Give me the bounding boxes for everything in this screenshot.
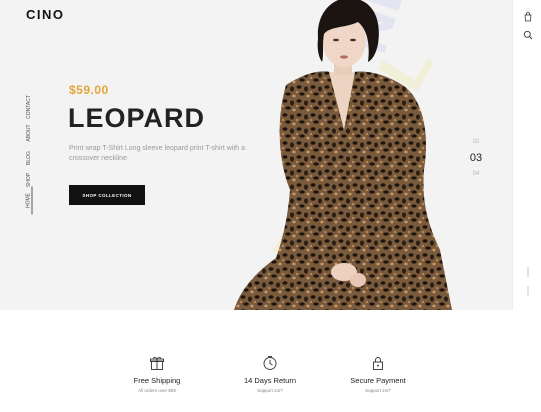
hero-section: NEW ARRIVAL CINO CONTACT ABOUT BLOG SHOP…: [0, 0, 512, 310]
feature-subtitle: Support 24/7: [365, 388, 391, 393]
product-title: LEOPARD: [68, 103, 206, 133]
feature-subtitle: All orders over $59: [138, 388, 176, 393]
slide-number-active[interactable]: 03: [466, 150, 486, 166]
slide-dot[interactable]: ·: [466, 182, 486, 198]
search-icon[interactable]: [523, 30, 533, 40]
clock-icon: [263, 356, 277, 370]
feature-free-shipping: Free Shipping All orders over $59: [97, 355, 217, 393]
nav-home[interactable]: HOME: [25, 186, 33, 215]
nav-about[interactable]: ABOUT: [26, 119, 32, 147]
product-description: Print wrap T-Shirt Long sleeve leopard p…: [69, 145, 245, 162]
feature-title: Secure Payment: [350, 376, 406, 385]
feature-returns: 14 Days Return Support 24/7: [210, 355, 330, 393]
cart-icon[interactable]: [523, 12, 533, 22]
instagram-icon[interactable]: [526, 285, 530, 297]
lock-icon: [373, 357, 383, 370]
facebook-icon[interactable]: [526, 266, 530, 278]
product-price: $59.00: [69, 83, 109, 97]
slide-pagination: 02 03 04 ·: [466, 134, 486, 198]
feature-secure-payment: Secure Payment Support 24/7: [318, 355, 438, 393]
feature-title: 14 Days Return: [243, 376, 297, 385]
shop-collection-button[interactable]: SHOP COLLECTION: [69, 185, 145, 205]
feature-subtitle: Support 24/7: [257, 388, 283, 393]
slide-number-prev[interactable]: 02: [466, 134, 486, 150]
nav-contact[interactable]: CONTACT: [26, 93, 32, 121]
feature-title: Free Shipping: [133, 376, 181, 385]
site-logo[interactable]: CINO: [26, 7, 65, 22]
gift-icon: [150, 356, 164, 370]
slide-number-next[interactable]: 04: [466, 166, 486, 182]
right-toolbar: [512, 0, 541, 310]
features-section: Free Shipping All orders over $59 14 Day…: [0, 310, 541, 412]
